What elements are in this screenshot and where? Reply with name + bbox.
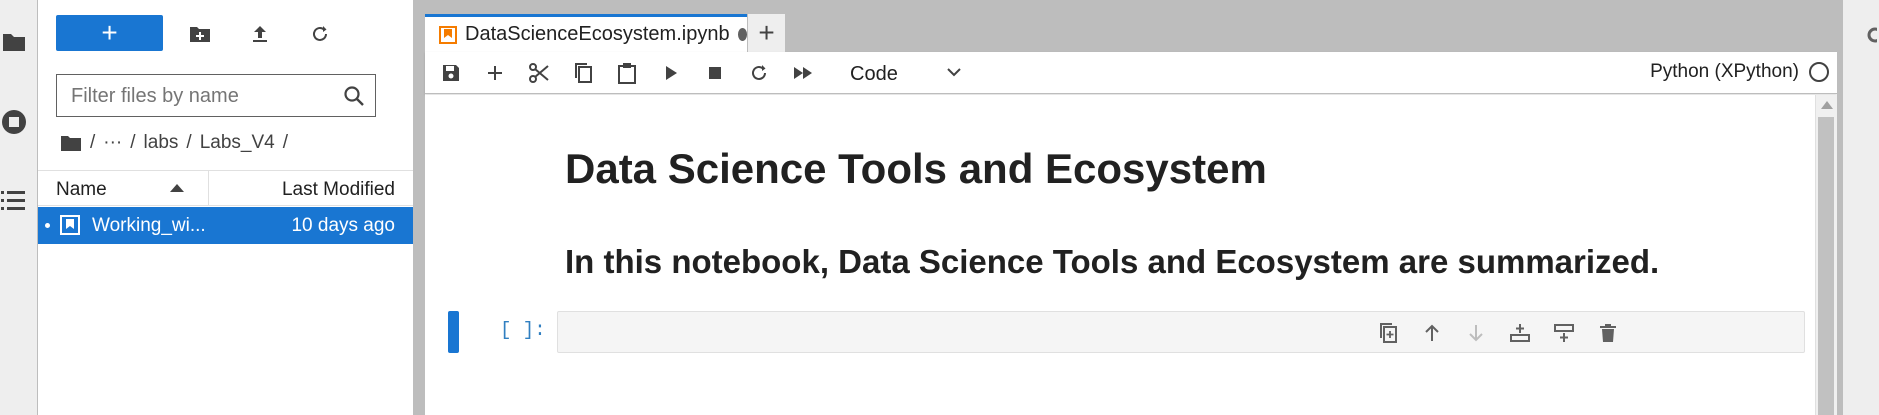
activity-bar — [0, 0, 38, 415]
folder-icon[interactable] — [0, 28, 28, 56]
markdown-heading-1[interactable]: Data Science Tools and Ecosystem — [565, 145, 1267, 193]
upload-icon[interactable] — [246, 20, 274, 48]
file-row[interactable]: Working_wi... 10 days ago — [38, 207, 413, 244]
breadcrumb-separator: / — [282, 132, 288, 153]
tab-label: DataScienceEcosystem.ipynb — [465, 23, 730, 45]
running-icon[interactable] — [0, 108, 28, 136]
restart-kernel-icon[interactable] — [746, 60, 772, 86]
breadcrumb-labs-v4[interactable]: Labs_V4 — [200, 132, 275, 154]
column-name-header[interactable]: Name — [56, 179, 107, 201]
kernel-indicator[interactable]: Python (XPython) — [1650, 61, 1829, 83]
breadcrumb-ellipsis[interactable]: ··· — [103, 132, 122, 154]
table-of-contents-icon[interactable] — [0, 186, 28, 214]
new-tab-button[interactable]: + — [747, 14, 785, 52]
new-folder-icon[interactable] — [186, 20, 214, 48]
breadcrumb: / ··· / labs / Labs_V4 / — [60, 128, 288, 158]
cell-type-value: Code — [850, 62, 898, 85]
kernel-name[interactable]: Python (XPython) — [1650, 61, 1799, 83]
main-area: DataScienceEcosystem.ipynb + Code Python… — [425, 0, 1837, 415]
filter-files-field — [56, 74, 376, 117]
refresh-icon[interactable] — [306, 20, 334, 48]
right-sidebar — [1842, 0, 1879, 415]
move-up-icon[interactable] — [1420, 321, 1444, 345]
column-divider[interactable] — [208, 171, 209, 205]
run-icon[interactable] — [658, 60, 684, 86]
settings-icon[interactable] — [1863, 26, 1877, 44]
search-icon[interactable] — [343, 85, 365, 107]
save-icon[interactable] — [438, 60, 464, 86]
move-down-icon[interactable] — [1464, 321, 1488, 345]
notebook-panel: Data Science Tools and Ecosystem In this… — [425, 95, 1837, 415]
restart-run-all-icon[interactable] — [790, 60, 816, 86]
copy-icon[interactable] — [570, 60, 596, 86]
stop-icon[interactable] — [702, 60, 728, 86]
new-launcher-button[interactable]: + — [56, 15, 163, 51]
insert-above-icon[interactable] — [1508, 321, 1532, 345]
cell-prompt: [ ]: — [500, 319, 546, 341]
filter-files-input[interactable] — [71, 83, 331, 109]
kernel-status-icon — [1809, 62, 1829, 82]
insert-cell-icon[interactable] — [482, 60, 508, 86]
duplicate-cell-icon[interactable] — [1376, 321, 1400, 345]
delete-cell-icon[interactable] — [1596, 321, 1620, 345]
vertical-scrollbar[interactable] — [1815, 95, 1837, 415]
active-cell-indicator[interactable] — [448, 311, 459, 353]
insert-below-icon[interactable] — [1552, 321, 1576, 345]
unsaved-indicator-icon[interactable] — [737, 28, 747, 41]
chevron-down-icon — [946, 66, 962, 78]
column-modified-header[interactable]: Last Modified — [282, 179, 395, 201]
breadcrumb-separator: / — [90, 132, 96, 153]
cell-type-select[interactable]: Code — [850, 60, 970, 88]
file-list-header: Name Last Modified — [38, 170, 413, 206]
breadcrumb-separator: / — [186, 132, 192, 153]
file-modified: 10 days ago — [291, 215, 395, 236]
markdown-heading-2[interactable]: In this notebook, Data Science Tools and… — [565, 243, 1659, 281]
scroll-up-icon[interactable] — [1821, 101, 1833, 109]
breadcrumb-separator: / — [130, 132, 136, 153]
notebook-toolbar: Code Python (XPython) — [425, 52, 1837, 94]
file-browser-toolbar: + — [38, 0, 413, 66]
home-folder-icon[interactable] — [60, 134, 82, 152]
panel-splitter[interactable] — [413, 0, 425, 415]
tab-bar: DataScienceEcosystem.ipynb + — [425, 0, 1837, 52]
breadcrumb-labs[interactable]: labs — [144, 132, 179, 154]
sort-ascending-icon — [170, 184, 184, 192]
file-name: Working_wi... — [92, 215, 206, 236]
tab-notebook[interactable]: DataScienceEcosystem.ipynb — [425, 14, 747, 52]
code-cell-editor[interactable] — [557, 311, 1805, 353]
file-browser: + / ··· / labs / Lab — [38, 0, 413, 415]
notebook-icon — [439, 25, 457, 44]
cut-icon[interactable] — [526, 60, 552, 86]
running-indicator-icon — [45, 223, 50, 228]
scrollbar-thumb[interactable] — [1818, 117, 1834, 415]
paste-icon[interactable] — [614, 60, 640, 86]
notebook-file-icon — [60, 215, 80, 235]
